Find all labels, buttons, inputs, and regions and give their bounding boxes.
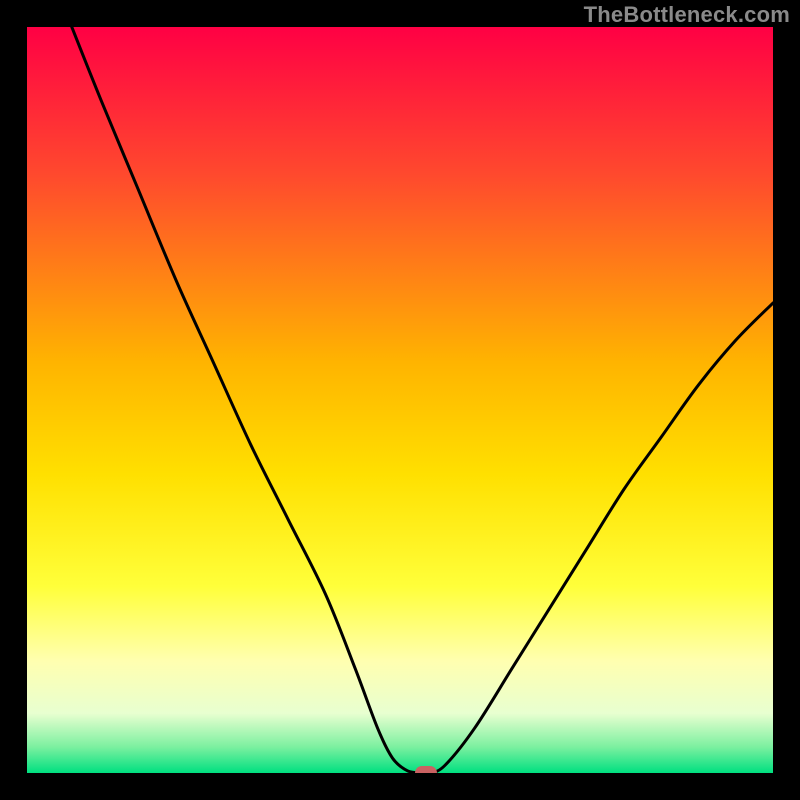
optimal-point-marker [415, 766, 437, 773]
chart-frame: TheBottleneck.com [0, 0, 800, 800]
plot-svg [27, 27, 773, 773]
watermark-text: TheBottleneck.com [584, 2, 790, 28]
plot-area [27, 27, 773, 773]
gradient-background [27, 27, 773, 773]
